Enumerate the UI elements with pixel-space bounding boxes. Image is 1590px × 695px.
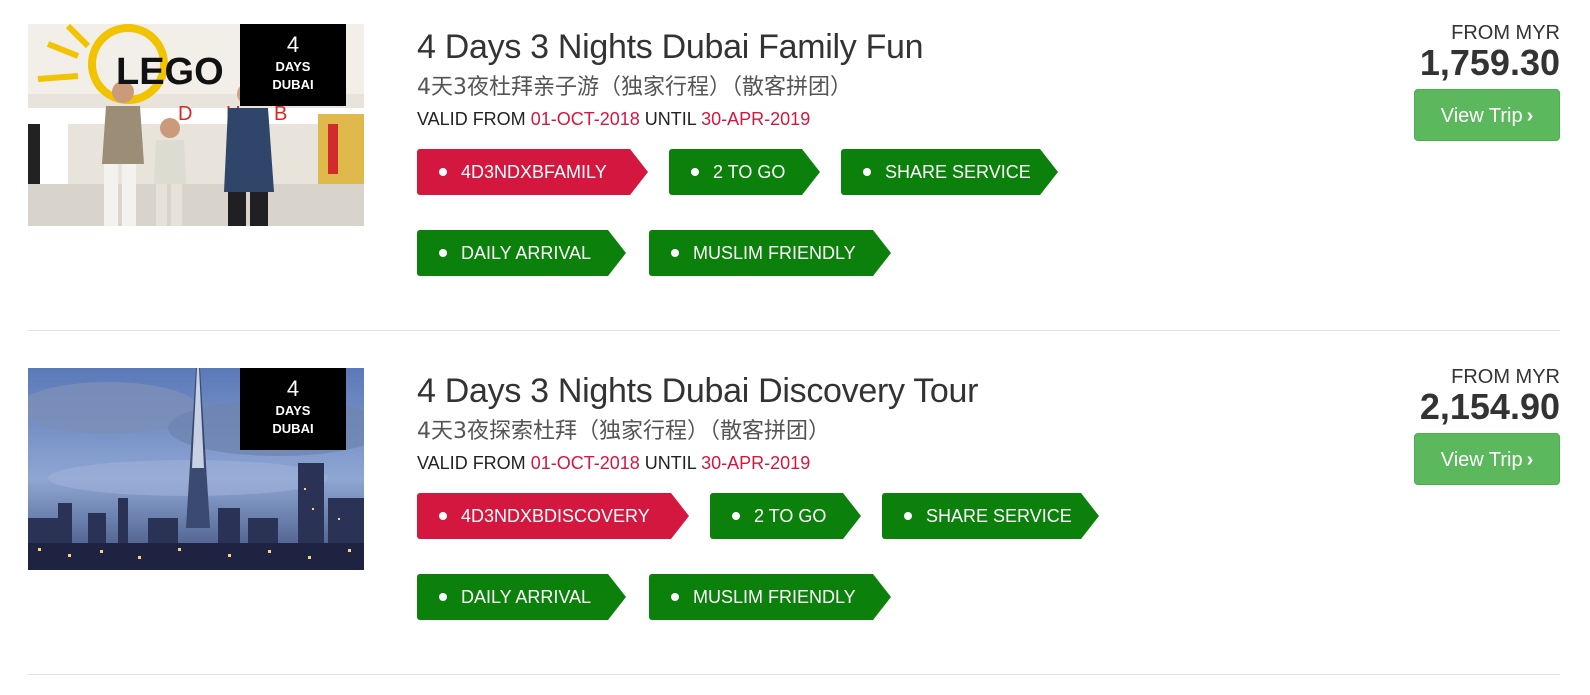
tag-muslim-friendly[interactable]: MUSLIM FRIENDLY [649, 574, 891, 620]
tag-label: MUSLIM FRIENDLY [693, 587, 856, 607]
view-trip-button[interactable]: View Trip › [1414, 89, 1560, 141]
chevron-right-icon: › [1526, 449, 1534, 471]
tag-label: 2 TO GO [713, 162, 786, 182]
valid-from-date: 01-OCT-2018 [530, 453, 640, 473]
valid-until-label: UNTIL [644, 453, 697, 473]
duration-number: 4 [286, 32, 300, 57]
tag-arrival[interactable]: DAILY ARRIVAL [417, 574, 626, 620]
duration-unit: DAYS [275, 59, 311, 74]
trip-title[interactable]: 4 Days 3 Nights Dubai Discovery Tour [417, 371, 978, 411]
chevron-right-icon: › [1526, 105, 1534, 127]
tag-service[interactable]: SHARE SERVICE [841, 149, 1058, 195]
bullet-dot-icon [904, 512, 912, 520]
trip-card: 4 DAYS DUBAI 4 Days 3 Nights Dubai Disco… [28, 344, 1560, 688]
tag-label: 2 TO GO [754, 506, 827, 526]
bullet-dot-icon [671, 593, 679, 601]
tag-pax[interactable]: 2 TO GO [710, 493, 861, 539]
valid-from-date: 01-OCT-2018 [530, 109, 640, 129]
destination-city: DUBAI [272, 421, 314, 436]
legoland-sign-text: LEGO [116, 51, 224, 93]
tag-label: SHARE SERVICE [885, 162, 1031, 182]
tag-label: DAILY ARRIVAL [461, 587, 592, 607]
validity-period: VALID FROM 01-OCT-2018 UNTIL 30-APR-2019 [417, 108, 810, 130]
trip-subtitle-chinese: 4天3夜探索杜拜（独家行程）（散客拼团） [417, 419, 830, 444]
bullet-dot-icon [691, 168, 699, 176]
tag-tour-code[interactable]: 4D3NDXBDISCOVERY [417, 493, 689, 539]
tag-service[interactable]: SHARE SERVICE [882, 493, 1099, 539]
bullet-dot-icon [732, 512, 740, 520]
tag-arrival[interactable]: DAILY ARRIVAL [417, 230, 626, 276]
validity-period: VALID FROM 01-OCT-2018 UNTIL 30-APR-2019 [417, 452, 810, 474]
view-trip-button[interactable]: View Trip › [1414, 433, 1560, 485]
tag-label: 4D3NDXBFAMILY [461, 162, 607, 182]
valid-until-label: UNTIL [644, 109, 697, 129]
trip-price: 1,759.30 [1419, 42, 1560, 83]
valid-from-label: VALID FROM [417, 109, 526, 129]
destination-city: DUBAI [272, 77, 314, 92]
bullet-dot-icon [439, 249, 447, 257]
view-trip-label: View Trip [1440, 449, 1523, 471]
bullet-dot-icon [671, 249, 679, 257]
tag-muslim-friendly[interactable]: MUSLIM FRIENDLY [649, 230, 891, 276]
divider [28, 674, 1560, 675]
view-trip-label: View Trip [1440, 105, 1523, 127]
duration-badge: 4 DAYS DUBAI [240, 24, 346, 106]
trip-subtitle-chinese: 4天3夜杜拜亲子游（独家行程）（散客拼团） [417, 75, 852, 100]
bullet-dot-icon [439, 168, 447, 176]
tag-label: MUSLIM FRIENDLY [693, 243, 856, 263]
bullet-dot-icon [863, 168, 871, 176]
trip-price: 2,154.90 [1419, 386, 1560, 427]
valid-until-date: 30-APR-2019 [701, 109, 811, 129]
bullet-dot-icon [439, 593, 447, 601]
trip-card: D U B LEGO 4 DAYS DUBAI 4 [28, 0, 1560, 344]
tag-label: DAILY ARRIVAL [461, 243, 592, 263]
bullet-dot-icon [439, 512, 447, 520]
valid-from-label: VALID FROM [417, 453, 526, 473]
tag-label: SHARE SERVICE [926, 506, 1072, 526]
tag-pax[interactable]: 2 TO GO [669, 149, 820, 195]
tag-label: 4D3NDXBDISCOVERY [461, 506, 650, 526]
duration-badge: 4 DAYS DUBAI [240, 368, 346, 450]
valid-until-date: 30-APR-2019 [701, 453, 811, 473]
duration-unit: DAYS [275, 403, 311, 418]
tag-tour-code[interactable]: 4D3NDXBFAMILY [417, 149, 648, 195]
duration-number: 4 [286, 376, 300, 401]
trip-title[interactable]: 4 Days 3 Nights Dubai Family Fun [417, 27, 924, 67]
divider [28, 330, 1560, 331]
